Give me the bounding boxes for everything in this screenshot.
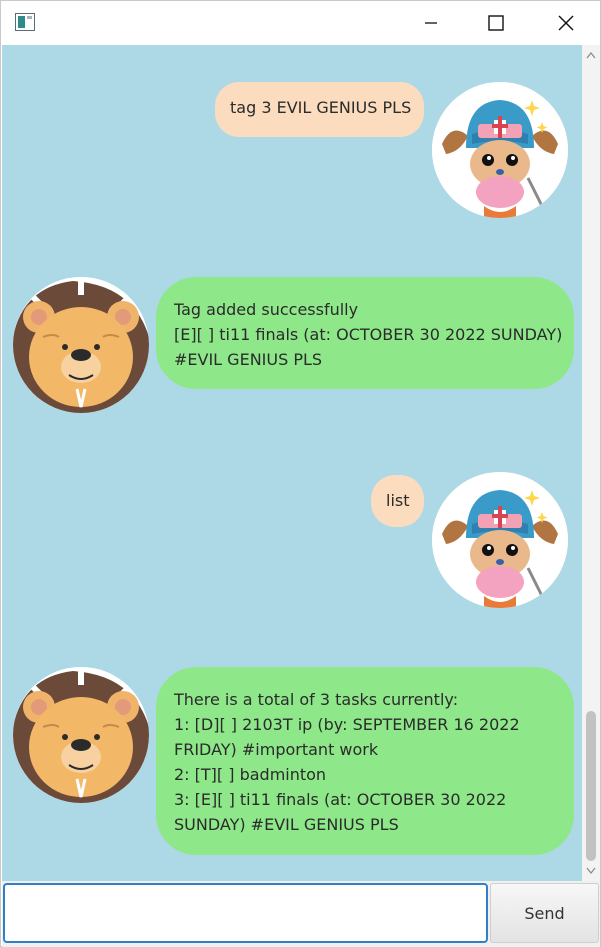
maximize-icon	[488, 15, 504, 31]
message-line: SUNDAY) #EVIL GENIUS PLS	[174, 815, 399, 834]
minimize-button[interactable]	[396, 1, 466, 45]
chopper-avatar-icon	[432, 472, 568, 608]
message-line: [E][ ] ti11 finals (at: OCTOBER 30 2022 …	[174, 325, 563, 344]
scroll-down-icon	[586, 867, 596, 874]
bot-message-bubble: There is a total of 3 tasks currently: 1…	[156, 667, 574, 855]
message-line: 2: [T][ ] badminton	[174, 765, 327, 784]
bot-avatar	[13, 667, 149, 803]
message-line: 3: [E][ ] ti11 finals (at: OCTOBER 30 20…	[174, 790, 507, 809]
title-bar[interactable]	[1, 1, 600, 45]
input-bar: Send	[2, 881, 600, 947]
message-line: 1: [D][ ] 2103T ip (by: SEPTEMBER 16 202…	[174, 715, 520, 734]
user-input-field[interactable]	[3, 883, 488, 943]
maximize-button[interactable]	[461, 1, 531, 45]
bot-message-bubble: Tag added successfully [E][ ] ti11 final…	[156, 277, 574, 389]
message-line: Tag added successfully	[174, 300, 359, 319]
user-message-bubble: list	[371, 475, 424, 527]
scrollbar-thumb[interactable]	[586, 711, 596, 861]
scroll-down-button[interactable]	[585, 865, 597, 877]
kon-avatar-icon	[13, 667, 149, 803]
message-line: There is a total of 3 tasks currently:	[174, 690, 459, 709]
scroll-up-button[interactable]	[585, 49, 597, 61]
message-line: list	[386, 491, 410, 510]
minimize-icon	[425, 22, 437, 24]
app-window: tag 3 EVIL GENIUS PLS Tag added successf…	[0, 0, 601, 947]
close-button[interactable]	[531, 1, 601, 45]
vertical-scrollbar[interactable]	[582, 45, 600, 881]
kon-avatar-icon	[13, 277, 149, 413]
scroll-up-icon	[586, 52, 596, 59]
user-avatar	[432, 82, 568, 218]
chopper-avatar-icon	[432, 82, 568, 218]
app-icon	[15, 13, 35, 31]
user-avatar	[432, 472, 568, 608]
dialog-container[interactable]: tag 3 EVIL GENIUS PLS Tag added successf…	[2, 45, 582, 881]
user-message-bubble: tag 3 EVIL GENIUS PLS	[215, 82, 424, 137]
send-button[interactable]: Send	[490, 883, 599, 943]
bot-avatar	[13, 277, 149, 413]
message-line: FRIDAY) #important work	[174, 740, 379, 759]
close-icon	[558, 15, 574, 31]
message-line: tag 3 EVIL GENIUS PLS	[230, 98, 412, 117]
message-line: #EVIL GENIUS PLS	[174, 350, 323, 369]
